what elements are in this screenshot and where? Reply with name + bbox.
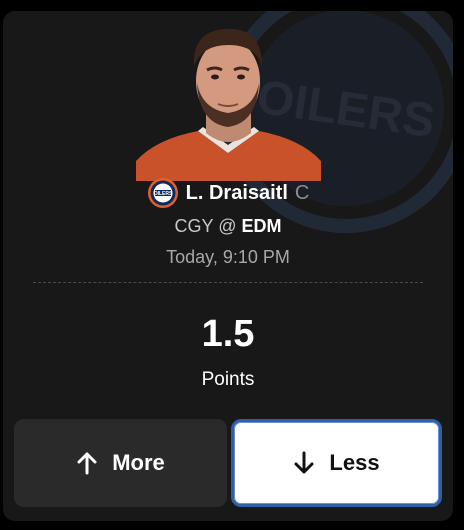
player-name-row: OILERS L. Draisaitl C bbox=[3, 177, 453, 209]
home-team: EDM bbox=[241, 216, 282, 236]
away-team: CGY bbox=[174, 216, 214, 236]
more-button[interactable]: More bbox=[14, 419, 227, 507]
game-time: Today, 9:10 PM bbox=[166, 247, 290, 267]
less-button-label: Less bbox=[329, 450, 380, 475]
projection-stat-type: Points bbox=[201, 369, 255, 390]
more-button-label: More bbox=[112, 450, 165, 475]
svg-text:OILERS: OILERS bbox=[153, 191, 172, 197]
player-position: C bbox=[294, 181, 310, 204]
oilers-logo-icon: OILERS bbox=[147, 178, 178, 208]
projection-card[interactable]: OILERS OILERS L. Draisaitl C CGY @ EDM T… bbox=[3, 11, 453, 521]
matchup: CGY @ EDM bbox=[3, 216, 453, 237]
arrow-up-icon bbox=[77, 452, 97, 475]
player-headshot bbox=[136, 11, 321, 181]
arrow-down-icon bbox=[294, 451, 314, 474]
projection-line-value: 1.5 bbox=[201, 313, 255, 355]
less-button[interactable]: Less bbox=[231, 419, 442, 507]
matchup-separator: @ bbox=[218, 216, 237, 236]
player-name: L. Draisaitl bbox=[185, 181, 288, 204]
dashed-divider bbox=[33, 282, 423, 283]
